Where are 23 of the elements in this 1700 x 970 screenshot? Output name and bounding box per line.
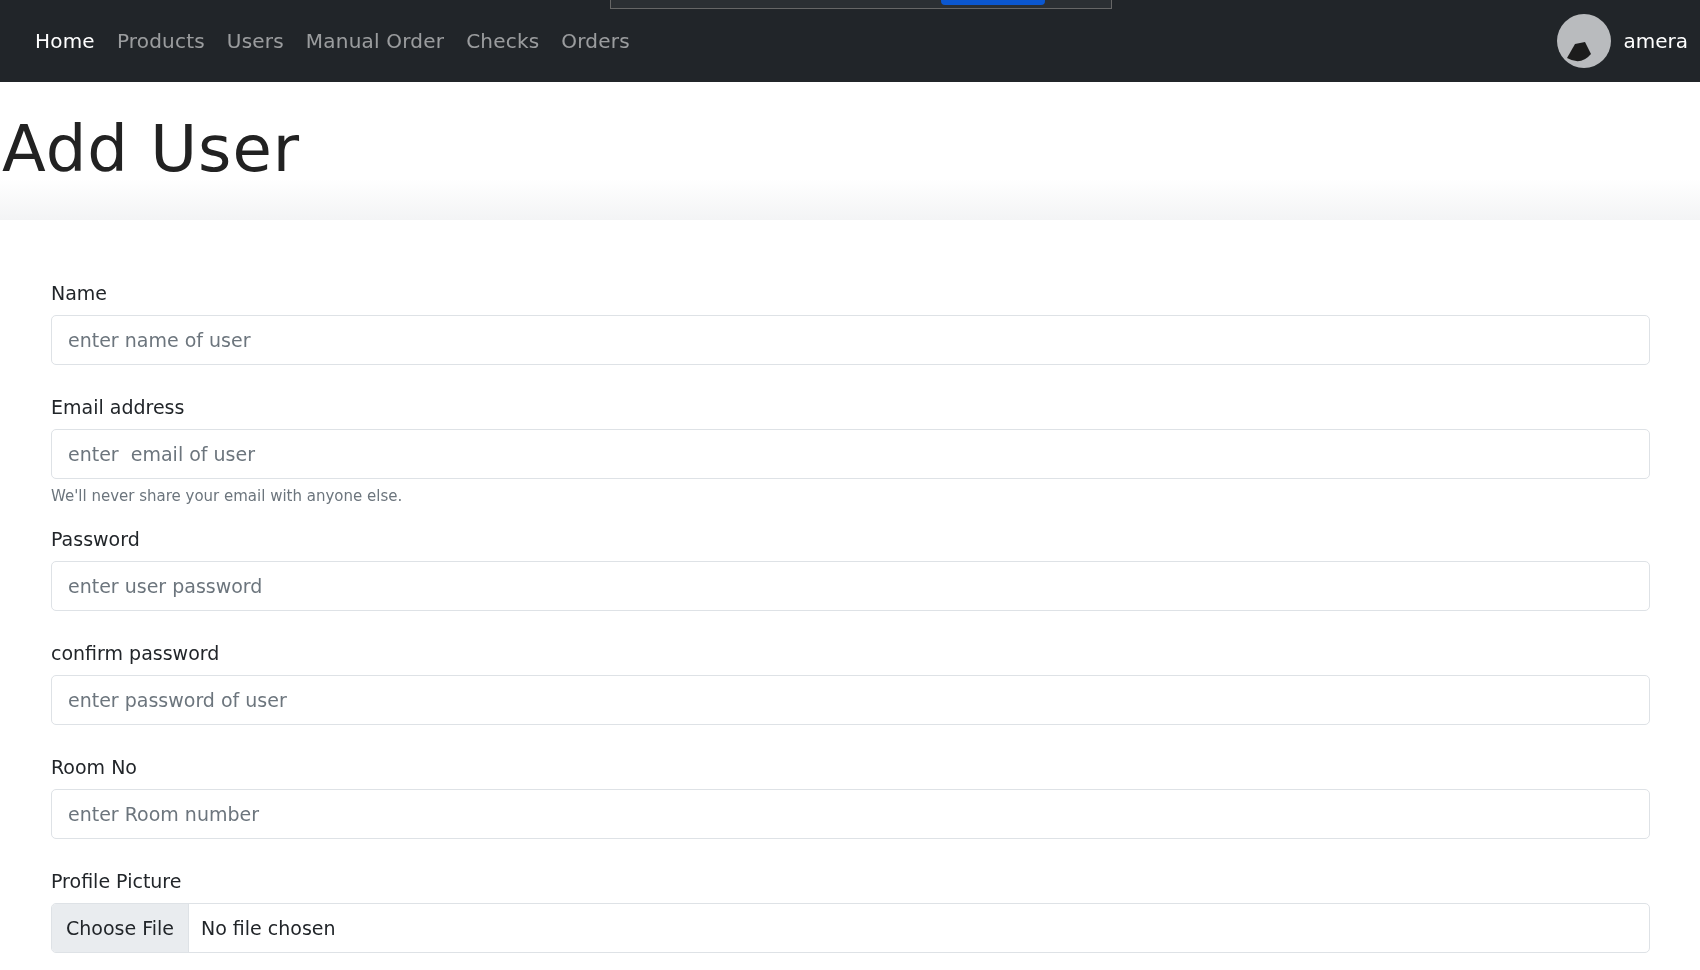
nav-link[interactable]: Checks — [466, 29, 540, 53]
avatar-icon[interactable] — [1557, 14, 1612, 68]
field-label: Profile Picture — [51, 870, 183, 893]
nav-link[interactable]: Orders — [561, 29, 630, 53]
nav-link[interactable]: Products — [116, 29, 205, 53]
file-status: No file chosen — [201, 917, 336, 939]
help-text: We'll never share your email with anyone else. — [51, 487, 404, 505]
field-label: Room No — [51, 756, 138, 779]
input-field[interactable]: enter email of user — [51, 429, 1650, 479]
input-field[interactable]: enter name of user — [51, 315, 1650, 365]
field-label: Password — [51, 528, 141, 551]
input-field[interactable]: enter password of user — [51, 675, 1650, 725]
user-name[interactable]: amera — [1623, 29, 1688, 53]
field-label: Email address — [51, 396, 186, 419]
nav-link[interactable]: Home — [35, 29, 95, 53]
field-label: confirm password — [51, 642, 221, 665]
input-field[interactable]: enter user password — [51, 561, 1650, 611]
page-title: Add User — [2, 111, 302, 186]
choose-file-button[interactable]: Choose File — [52, 904, 189, 952]
input-field[interactable]: enter Room number — [51, 789, 1650, 839]
nav-link[interactable]: Manual Order — [305, 29, 445, 53]
nav-link[interactable]: Users — [226, 29, 284, 53]
field-label: Name — [51, 282, 109, 305]
